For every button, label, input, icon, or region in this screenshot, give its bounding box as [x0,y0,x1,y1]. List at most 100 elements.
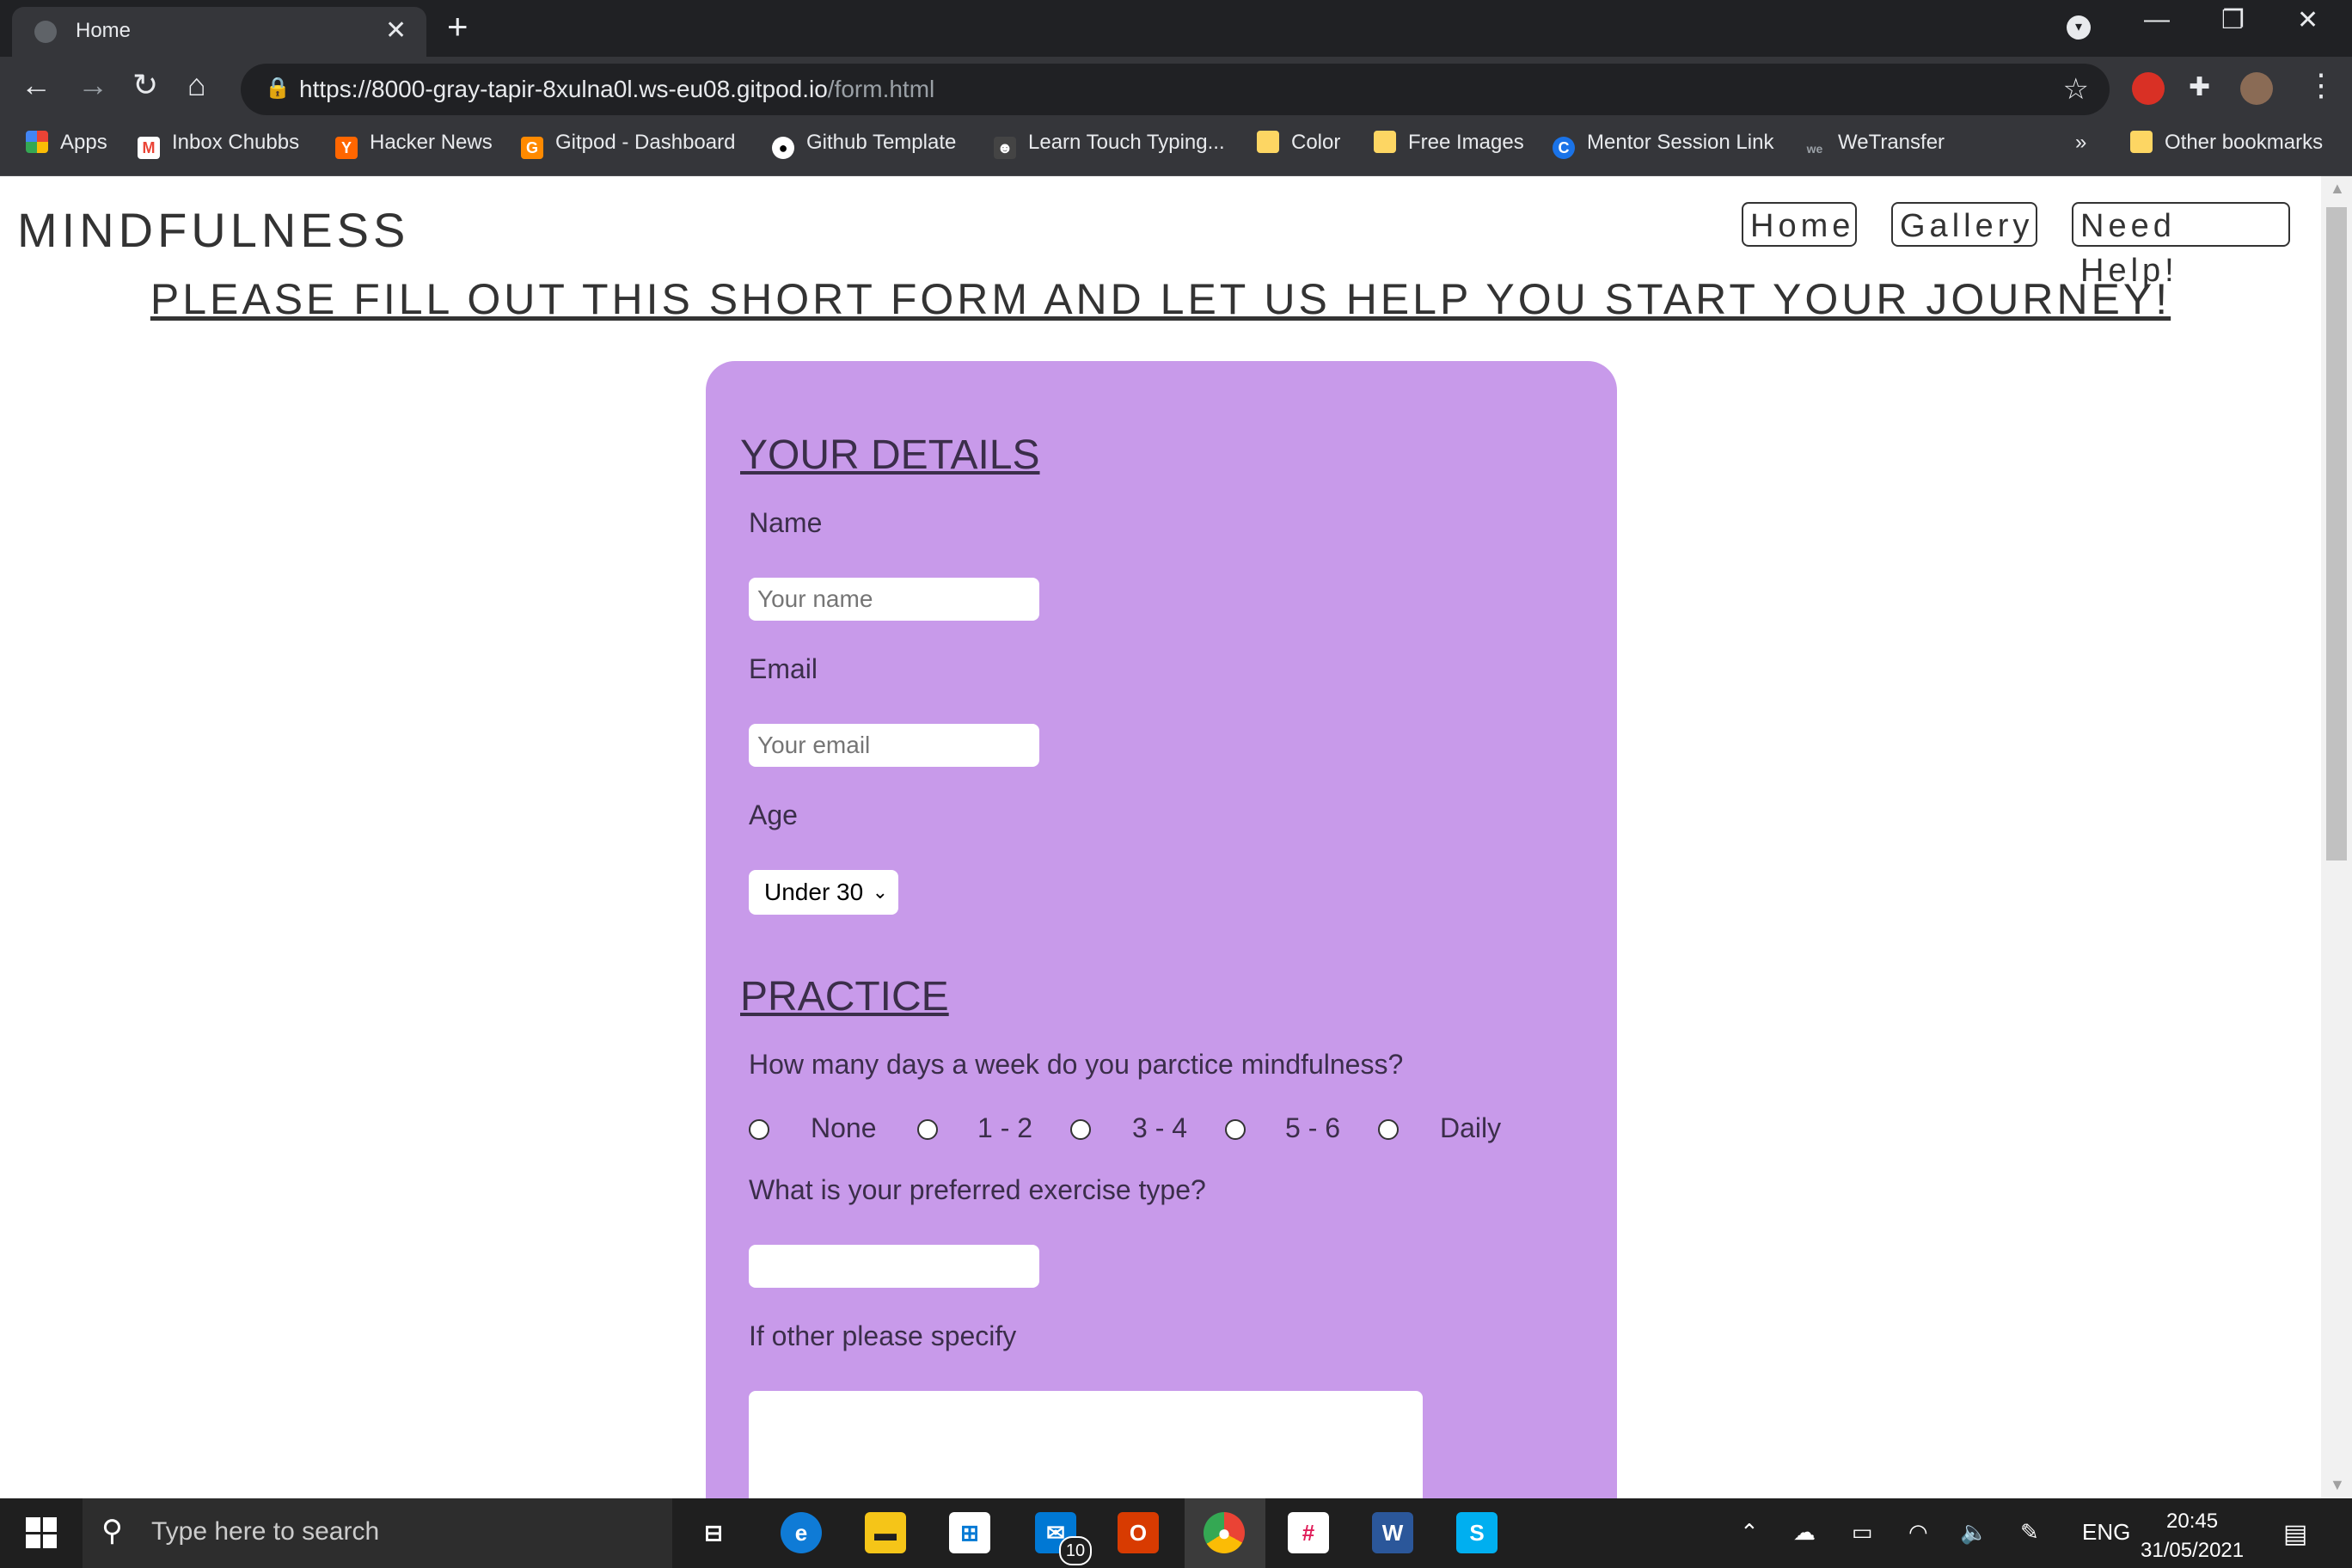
file-explorer-icon[interactable]: ▬ [865,1512,906,1553]
bookmark-other[interactable]: Other bookmarks [2130,131,2323,155]
intro-heading: PLEASE FILL OUT THIS SHORT FORM AND LET … [150,275,2171,323]
volume-icon[interactable]: 🔈 [1960,1519,1988,1546]
reload-icon[interactable]: ↻ [132,67,158,103]
site-brand[interactable]: MINDFULNESS [17,202,409,258]
radio-daily[interactable] [1378,1119,1399,1140]
exercise-input[interactable] [749,1245,1039,1288]
url-text: https://8000-gray-tapir-8xulna0l.ws-eu08… [299,76,935,102]
page-scrollbar[interactable]: ▲ ▼ [2321,176,2352,1498]
profile-avatar[interactable] [2240,72,2273,105]
browser-tab-home[interactable]: Home ✕ [12,7,426,57]
bookmark-color[interactable]: Color [1257,131,1340,155]
wetransfer-icon: we [1806,142,1823,156]
age-selected-value: Under 30 [764,879,864,905]
bookmark-star-icon[interactable]: ☆ [2063,72,2089,107]
scroll-down-icon[interactable]: ▼ [2330,1476,2345,1494]
taskbar-search[interactable]: ⚲ Type here to search [83,1498,672,1568]
bookmark-github[interactable]: ● Github Template [772,131,956,159]
radio-daily-label: Daily [1440,1112,1502,1143]
adblock-extension-icon[interactable] [2132,72,2165,105]
radio-5-6[interactable] [1225,1119,1246,1140]
nav-home-link[interactable]: Home [1742,202,1857,247]
folder-icon [1374,131,1396,153]
radio-3-4[interactable] [1070,1119,1091,1140]
days-question: How many days a week do you parctice min… [749,1049,1404,1080]
word-icon[interactable]: W [1372,1512,1413,1553]
bookmark-apps[interactable]: Apps [26,131,107,155]
radio-3-4-label: 3 - 4 [1132,1112,1188,1143]
edge-browser-icon[interactable]: e [781,1512,822,1553]
bookmark-inbox[interactable]: M Inbox Chubbs [138,131,299,159]
wifi-icon[interactable]: ◠ [1908,1519,1928,1546]
apps-grid-icon [26,131,48,153]
typing-icon: ☻ [994,137,1016,159]
nav-gallery-link[interactable]: Gallery [1891,202,2037,247]
radio-1-2[interactable] [917,1119,938,1140]
email-input[interactable] [749,724,1039,767]
chrome-icon[interactable]: ● [1204,1512,1245,1553]
onedrive-cloud-icon[interactable]: ☁ [1793,1519,1816,1546]
skype-icon[interactable]: S [1456,1512,1498,1553]
age-select[interactable]: Under 30 ⌄ [749,870,898,915]
age-label: Age [749,799,798,830]
lock-icon[interactable]: 🔒 [265,76,291,101]
search-icon: ⚲ [101,1515,123,1547]
folder-icon [1257,131,1279,153]
scroll-thumb[interactable] [2326,207,2347,861]
name-label: Name [749,507,823,538]
bookmarks-overflow-icon[interactable]: » [2075,131,2086,155]
exercise-question: What is your preferred exercise type? [749,1174,1206,1205]
address-bar[interactable]: 🔒 https://8000-gray-tapir-8xulna0l.ws-eu… [241,64,2110,115]
forward-icon[interactable]: → [77,67,108,103]
github-icon: ● [772,137,794,159]
bookmark-hacker-news[interactable]: Y Hacker News [335,131,493,159]
link-icon: C [1553,137,1575,159]
extensions-puzzle-icon[interactable]: ✚ [2189,72,2210,102]
mail-badge: 10 [1059,1536,1092,1565]
bookmark-mentor-session[interactable]: C Mentor Session Link [1553,131,1773,159]
windows-taskbar: ⚲ Type here to search ⊟ e ▬ ⊞ ✉ 10 O ● #… [0,1498,2352,1568]
minimize-icon[interactable]: — [2144,5,2170,34]
battery-icon[interactable]: ▭ [1852,1519,1873,1546]
other-textarea[interactable] [749,1391,1423,1498]
microsoft-store-icon[interactable]: ⊞ [949,1512,990,1553]
globe-icon [34,21,57,43]
new-tab-icon[interactable]: + [447,9,469,45]
nav-help-link[interactable]: Need Help! [2072,202,2290,289]
bookmark-free-images[interactable]: Free Images [1374,131,1524,155]
show-hidden-icons-icon[interactable]: ⌃ [1740,1519,1759,1546]
gmail-icon: M [138,137,160,159]
notifications-icon[interactable]: ▤ [2283,1519,2307,1549]
name-input[interactable] [749,578,1039,621]
clock-time: 20:45 [2166,1510,2219,1533]
radio-none-label: None [811,1112,877,1143]
bookmark-wetransfer[interactable]: we WeTransfer [1804,131,1945,160]
taskbar-search-placeholder: Type here to search [151,1517,380,1546]
close-tab-icon[interactable]: ✕ [385,15,407,46]
slack-icon[interactable]: # [1288,1512,1329,1553]
task-view-icon[interactable]: ⊟ [693,1512,734,1553]
page-viewport: MINDFULNESS Home Gallery Need Help! PLEA… [0,176,2321,1498]
browser-tab-bar: Home ✕ + ▾ — ❐ ✕ [0,0,2352,57]
restore-icon[interactable]: ❐ [2221,5,2245,35]
folder-icon [2130,131,2153,153]
bookmark-typing[interactable]: ☻ Learn Touch Typing... [994,131,1225,159]
radio-none[interactable] [749,1119,769,1140]
windows-start-icon[interactable] [26,1517,57,1548]
taskbar-clock[interactable]: 20:45 31/05/2021 [2141,1507,2244,1565]
pen-icon[interactable]: ✎ [2020,1519,2039,1546]
radio-5-6-label: 5 - 6 [1285,1112,1341,1143]
home-icon[interactable]: ⌂ [187,67,206,103]
close-window-icon[interactable]: ✕ [2297,5,2318,35]
bookmark-gitpod[interactable]: G Gitpod - Dashboard [521,131,735,159]
scroll-up-icon[interactable]: ▲ [2330,180,2345,198]
back-icon[interactable]: ← [21,67,52,103]
details-section-title: YOUR DETAILS [740,432,1040,478]
questionnaire-form: YOUR DETAILS Name Email Age Under 30 ⌄ P… [706,361,1617,1498]
language-indicator[interactable]: ENG [2082,1519,2130,1546]
bookmarks-bar: Apps M Inbox Chubbs Y Hacker News G Gitpod … [0,124,2352,176]
office-icon[interactable]: O [1118,1512,1159,1553]
hacker-news-icon: Y [335,137,358,159]
tab-search-icon[interactable]: ▾ [2067,15,2091,40]
browser-menu-icon[interactable]: ⋮ [2306,67,2337,103]
